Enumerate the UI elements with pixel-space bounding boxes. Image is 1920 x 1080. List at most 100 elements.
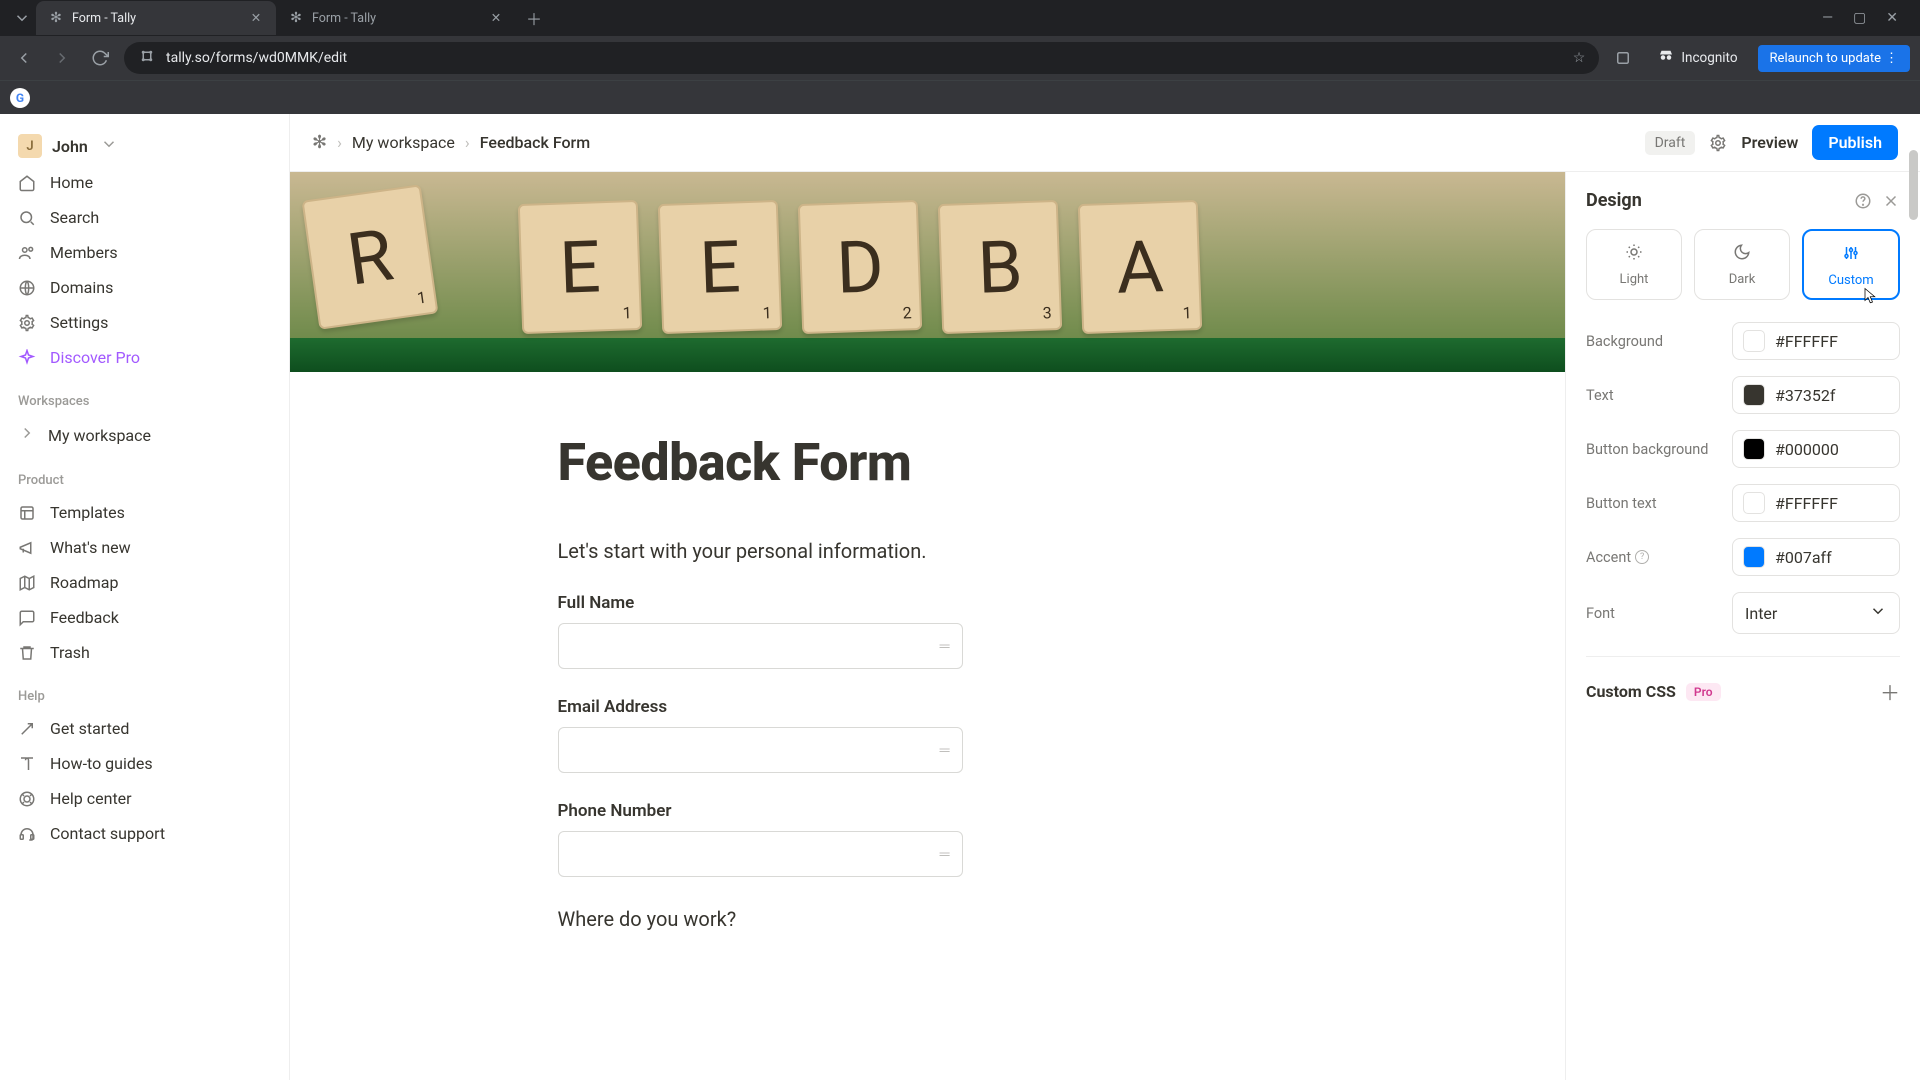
sidebar-item-roadmap[interactable]: Roadmap — [8, 566, 281, 599]
color-swatch — [1743, 546, 1765, 568]
theme-label: Dark — [1729, 272, 1756, 287]
form-canvas[interactable]: R1 E1 E1 D2 B3 A1 Feedback Form Let's st… — [290, 172, 1565, 1080]
user-menu[interactable]: J John — [8, 128, 281, 164]
color-picker-background[interactable]: #FFFFFF — [1732, 322, 1900, 360]
form-title[interactable]: Feedback Form — [558, 432, 1298, 493]
color-picker-button-bg[interactable]: #000000 — [1732, 430, 1900, 468]
publish-button[interactable]: Publish — [1812, 125, 1898, 160]
close-window-button[interactable]: ✕ — [1886, 10, 1898, 26]
reload-button[interactable] — [86, 44, 114, 72]
color-value: #007aff — [1775, 548, 1832, 567]
back-button[interactable] — [10, 44, 38, 72]
sidebar-item-feedback[interactable]: Feedback — [8, 601, 281, 634]
help-icon[interactable] — [1854, 192, 1872, 210]
chevron-right-icon — [18, 424, 36, 446]
sidebar-item-discover-pro[interactable]: Discover Pro — [8, 341, 281, 374]
color-label-text: Text — [1586, 387, 1722, 404]
drag-handle-icon[interactable]: ═ — [940, 846, 952, 863]
new-tab-button[interactable]: ＋ — [520, 4, 548, 32]
tally-logo-icon[interactable]: ✻ — [312, 132, 327, 153]
tab-favicon: ✻ — [48, 10, 64, 26]
user-name: John — [52, 137, 88, 156]
cover-image[interactable]: R1 E1 E1 D2 B3 A1 — [290, 172, 1565, 372]
field-label[interactable]: Phone Number — [558, 801, 1298, 821]
color-value: #37352f — [1775, 386, 1835, 405]
sidebar-item-contact-support[interactable]: Contact support — [8, 817, 281, 850]
form-intro[interactable]: Let's start with your personal informati… — [558, 539, 1298, 563]
color-swatch — [1743, 492, 1765, 514]
sidebar-item-settings[interactable]: Settings — [8, 306, 281, 339]
field-input-email[interactable]: ═ — [558, 727, 963, 773]
tab-close-icon[interactable]: ✕ — [488, 10, 504, 26]
theme-dark[interactable]: Dark — [1694, 229, 1790, 300]
field-input-phone[interactable]: ═ — [558, 831, 963, 877]
sidebar-item-members[interactable]: Members — [8, 236, 281, 269]
bookmark-google[interactable]: G — [10, 88, 30, 108]
bookmark-star-icon[interactable]: ☆ — [1573, 50, 1586, 66]
sidebar-item-search[interactable]: Search — [8, 201, 281, 234]
sidebar-item-home[interactable]: Home — [8, 166, 281, 199]
sidebar-item-label: Settings — [50, 313, 108, 332]
close-panel-button[interactable] — [1882, 192, 1900, 210]
tab-search-dropdown[interactable] — [8, 4, 36, 32]
form-settings-button[interactable] — [1709, 134, 1727, 152]
breadcrumb-form[interactable]: Feedback Form — [480, 133, 590, 152]
field-label[interactable]: Full Name — [558, 593, 1298, 613]
sidebar-item-whats-new[interactable]: What's new — [8, 531, 281, 564]
extensions-icon[interactable] — [1609, 44, 1637, 72]
font-value: Inter — [1745, 604, 1777, 623]
color-label-button-text: Button text — [1586, 495, 1722, 512]
maximize-button[interactable]: ▢ — [1853, 10, 1866, 26]
gear-icon — [18, 314, 38, 332]
relaunch-label: Relaunch to update — [1770, 51, 1881, 66]
color-picker-accent[interactable]: #007aff — [1732, 538, 1900, 576]
incognito-indicator[interactable]: Incognito — [1647, 43, 1747, 73]
field-label[interactable]: Email Address — [558, 697, 1298, 717]
sidebar-item-help-center[interactable]: Help center — [8, 782, 281, 815]
sidebar-item-label: Templates — [50, 503, 125, 522]
site-info-icon[interactable] — [138, 47, 156, 69]
lifebuoy-icon — [18, 790, 38, 808]
drag-handle-icon[interactable]: ═ — [940, 638, 952, 655]
theme-light[interactable]: Light — [1586, 229, 1682, 300]
drag-handle-icon[interactable]: ═ — [940, 742, 952, 759]
preview-button[interactable]: Preview — [1741, 133, 1798, 152]
minimize-button[interactable]: — — [1822, 10, 1833, 26]
field-input-fullname[interactable]: ═ — [558, 623, 963, 669]
theme-label: Custom — [1828, 273, 1873, 288]
user-avatar: J — [18, 134, 42, 158]
sidebar-item-howto[interactable]: How-to guides — [8, 747, 281, 780]
sidebar-item-domains[interactable]: Domains — [8, 271, 281, 304]
color-picker-button-text[interactable]: #FFFFFF — [1732, 484, 1900, 522]
cursor-icon — [1862, 287, 1880, 305]
font-select[interactable]: Inter — [1732, 592, 1900, 634]
relaunch-button[interactable]: Relaunch to update ⋮ — [1758, 45, 1910, 72]
sidebar-item-label: Discover Pro — [50, 348, 140, 367]
sidebar-item-label: Feedback — [50, 608, 119, 627]
sidebar-item-label: How-to guides — [50, 754, 153, 773]
sidebar-item-templates[interactable]: Templates — [8, 496, 281, 529]
color-picker-text[interactable]: #37352f — [1732, 376, 1900, 414]
sidebar-item-workspace[interactable]: My workspace — [8, 417, 281, 453]
color-label-background: Background — [1586, 333, 1722, 350]
address-bar[interactable]: tally.so/forms/wd0MMK/edit ☆ — [124, 42, 1599, 74]
form-question[interactable]: Where do you work? — [558, 907, 1298, 931]
browser-tab[interactable]: ✻ Form - Tally ✕ — [276, 1, 516, 35]
sidebar-item-label: Roadmap — [50, 573, 118, 592]
tab-close-icon[interactable]: ✕ — [248, 10, 264, 26]
scrollbar-thumb[interactable] — [1909, 150, 1918, 220]
theme-custom[interactable]: Custom — [1802, 229, 1900, 300]
cover-tile: D2 — [798, 200, 922, 334]
sidebar-item-trash[interactable]: Trash — [8, 636, 281, 669]
add-custom-css-button[interactable]: ＋ — [1880, 677, 1900, 706]
breadcrumb-separator: › — [465, 133, 470, 152]
sidebar-item-label: Contact support — [50, 824, 165, 843]
breadcrumb-workspace[interactable]: My workspace — [352, 133, 455, 152]
chat-icon — [18, 609, 38, 627]
forward-button[interactable] — [48, 44, 76, 72]
chevron-down-icon — [1869, 602, 1887, 624]
sidebar-item-get-started[interactable]: Get started — [8, 712, 281, 745]
help-icon[interactable]: ? — [1635, 550, 1649, 564]
sidebar-item-label: Get started — [50, 719, 129, 738]
browser-tab[interactable]: ✻ Form - Tally ✕ — [36, 1, 276, 35]
